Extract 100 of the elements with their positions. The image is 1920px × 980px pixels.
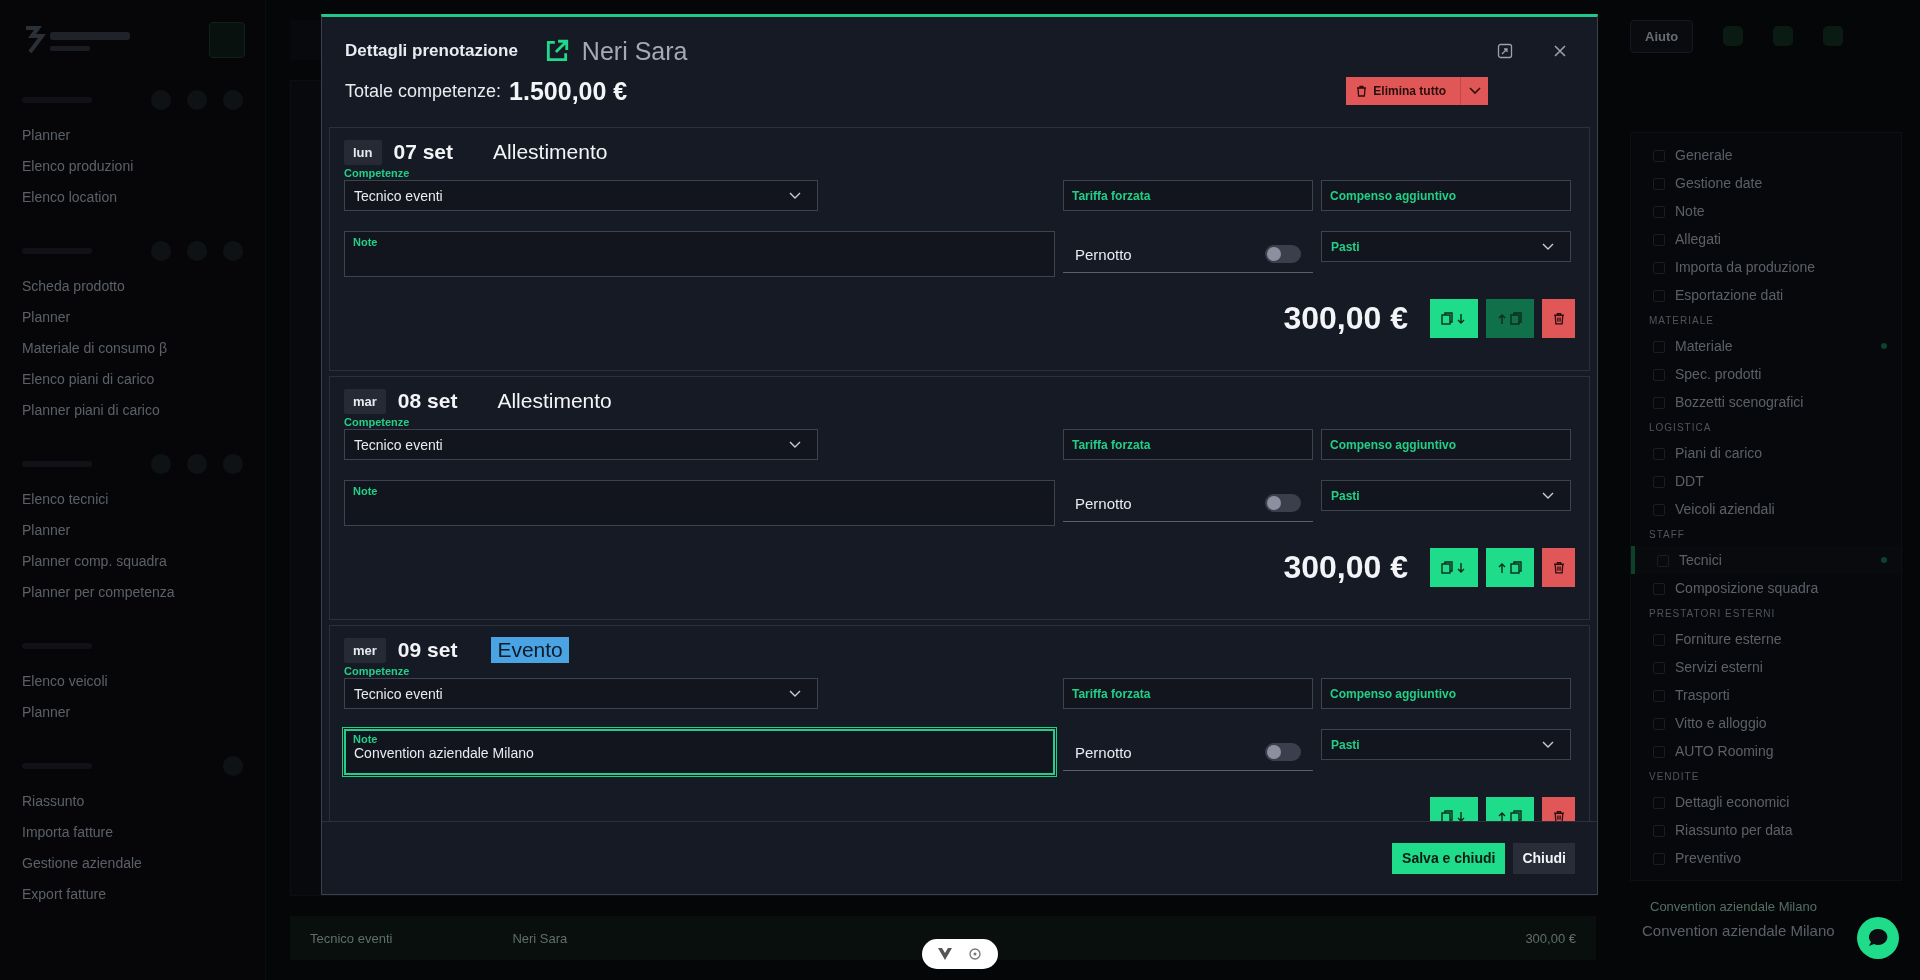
menu-item[interactable]: Materiale [1631,332,1901,360]
section-heading: STAFF [1648,528,1686,542]
overnight-toggle-field[interactable]: Pernotto [1063,485,1313,522]
toggle-switch[interactable] [1265,743,1301,761]
person-name-link[interactable]: Neri Sara [581,36,688,66]
delete-button[interactable] [1542,299,1575,338]
menu-item[interactable]: Composizione squadra [1631,574,1901,602]
copy-down-icon [1441,560,1467,575]
menu-item[interactable]: Bozzetti scenografici [1631,388,1901,416]
note-field[interactable]: Convention aziendale Milano [1630,914,1902,947]
total-label: Totale competenze: [345,80,502,102]
sidebar-item[interactable]: Planner per competenza [22,577,265,608]
menu-item[interactable]: Veicoli aziendali [1631,495,1901,523]
extra-pay-field[interactable]: Compenso aggiuntivo [1321,429,1571,460]
note-field[interactable]: Note [344,480,1055,526]
menu-item[interactable]: AUTO Rooming [1631,737,1901,765]
menu-item[interactable]: Esportazione dati [1631,281,1901,309]
competence-select[interactable]: Tecnico eventi [344,429,818,460]
meals-select[interactable]: Pasti [1321,231,1571,262]
menu-item[interactable]: Generale [1631,141,1901,169]
section-heading: LOGISTICA [1648,421,1713,435]
dialog-title: Dettagli prenotazione [345,41,518,61]
menu-item[interactable]: Spec. prodotti [1631,360,1901,388]
sidebar-item[interactable]: Gestione aziendale [22,848,265,879]
delete-button[interactable] [1542,548,1575,587]
menu-item[interactable]: Forniture esterne [1631,625,1901,653]
weekday-badge: mar [344,388,386,414]
menu-item[interactable]: Servizi esterni [1631,653,1901,681]
copy-down-icon [1441,809,1467,821]
menu-item[interactable]: Riassunto per data [1631,816,1901,844]
menu-item[interactable]: Dettagli economici [1631,788,1901,816]
menu-item[interactable]: Importa da produzione [1631,253,1901,281]
meals-select[interactable]: Pasti [1321,480,1571,511]
caret-icon [1468,87,1481,95]
help-button[interactable]: Aiuto [1630,19,1694,53]
save-close-button[interactable]: Salva e chiudi [1392,842,1506,874]
sidebar-item[interactable]: Riassunto [22,786,265,817]
expand-icon[interactable] [1497,43,1513,59]
copy-up-button[interactable] [1486,548,1534,587]
meals-select[interactable]: Pasti [1321,729,1571,760]
weekday-badge: mer [344,637,386,663]
sidebar-item[interactable]: Export fatture [22,879,265,910]
note-field[interactable]: Note Convention aziendale Milano [344,729,1055,775]
competence-select[interactable]: Tecnico eventi [344,678,818,709]
field-label: Competenze [344,665,411,678]
copy-down-button[interactable] [1430,299,1478,338]
tariff-field[interactable]: Tariffa forzata [1063,678,1313,709]
extra-pay-field[interactable]: Compenso aggiuntivo [1321,678,1571,709]
menu-item[interactable]: Gestione date [1631,169,1901,197]
menu-item[interactable]: DDT [1631,467,1901,495]
copy-up-icon [1497,809,1523,821]
date-label: 08 set [397,389,458,413]
extra-pay-field[interactable]: Compenso aggiuntivo [1321,180,1571,211]
trash-icon [1552,312,1565,325]
amount-label: 300,00 € [1283,549,1408,586]
sidebar-item[interactable]: Scheda prodotto [22,271,265,302]
section-heading: VENDITE [1648,770,1701,784]
target-icon[interactable] [968,947,982,961]
menu-item[interactable]: Vitto e alloggio [1631,709,1901,737]
copy-up-icon [1497,311,1523,326]
sidebar-item[interactable]: Planner [22,302,265,333]
v-logo-icon[interactable] [938,948,952,960]
toggle-switch[interactable] [1265,494,1301,512]
sidebar-item[interactable]: Elenco piani di carico [22,364,265,395]
chevron-icon [789,689,801,698]
overnight-toggle-field[interactable]: Pernotto [1063,734,1313,771]
tariff-field[interactable]: Tariffa forzata [1063,429,1313,460]
sidebar-item[interactable]: Materiale di consumo β [22,333,265,364]
trash-icon [1356,85,1368,97]
table-cell: Neri Sara [512,930,568,946]
copy-down-button[interactable] [1430,548,1478,587]
sidebar-item[interactable]: Planner [22,697,265,728]
trash-icon [1552,561,1565,574]
sidebar-item[interactable]: Planner piani di carico [22,395,265,426]
sidebar-item[interactable]: Elenco tecnici [22,484,265,515]
phase-label: Allestimento [492,139,609,165]
menu-item[interactable]: Allegati [1631,225,1901,253]
menu-item[interactable]: Note [1631,197,1901,225]
close-icon[interactable] [1553,44,1567,58]
note-field[interactable]: Note [344,231,1055,277]
overnight-toggle-field[interactable]: Pernotto [1063,236,1313,273]
menu-item[interactable]: Preventivo [1631,844,1901,872]
sidebar-item[interactable]: Elenco location [22,182,265,213]
copy-down-icon [1441,311,1467,326]
dropdown-button[interactable] [1460,77,1488,105]
sidebar-item[interactable]: Planner [22,515,265,546]
sidebar-item[interactable]: Planner comp. squadra [22,546,265,577]
delete-all-button[interactable]: Elimina tutto [1346,77,1460,105]
toggle-switch[interactable] [1265,245,1301,263]
close-button[interactable]: Chiudi [1513,842,1575,874]
sidebar-item[interactable]: Elenco produzioni [22,151,265,182]
sidebar-item[interactable]: Elenco veicoli [22,666,265,697]
devtools-pill[interactable] [922,939,998,969]
tariff-field[interactable]: Tariffa forzata [1063,180,1313,211]
sidebar-item[interactable]: Planner [22,120,265,151]
sidebar-item[interactable]: Importa fatture [22,817,265,848]
menu-item[interactable]: Trasporti [1631,681,1901,709]
menu-item[interactable]: Piani di carico [1631,439,1901,467]
chat-button[interactable] [1857,917,1899,959]
competence-select[interactable]: Tecnico eventi [344,180,818,211]
